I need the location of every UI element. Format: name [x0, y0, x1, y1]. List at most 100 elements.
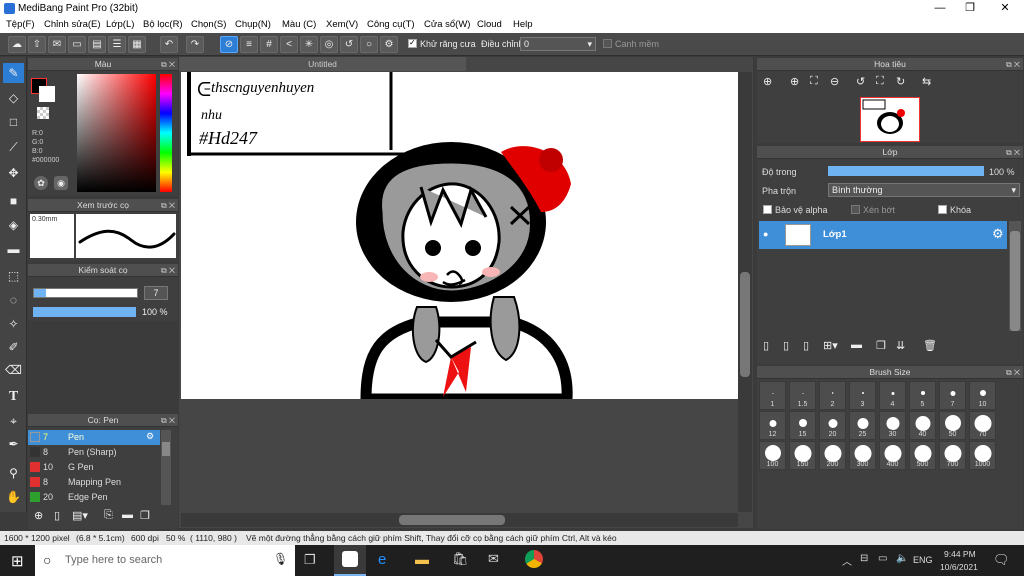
vertical-scrollbar[interactable]: [738, 72, 752, 512]
rect-tool-icon[interactable]: □: [3, 112, 24, 132]
cloud-icon[interactable]: ☁: [8, 36, 26, 53]
rotate-left-icon[interactable]: ↺: [856, 75, 865, 88]
select-eraser-icon[interactable]: ⌫: [3, 360, 24, 380]
color-set-icon[interactable]: ◉: [54, 176, 68, 190]
task-view-icon[interactable]: ❐: [304, 552, 316, 568]
file-explorer-icon[interactable]: ▬: [415, 551, 429, 567]
new-layer-icon[interactable]: ▯: [763, 339, 769, 352]
new-layer-type-icon[interactable]: ▯: [803, 339, 809, 352]
palette-icon[interactable]: ✿: [34, 176, 48, 190]
gradient-tool-icon[interactable]: ▬: [3, 239, 24, 259]
snap-settings-icon[interactable]: ⚙: [380, 36, 398, 53]
brush-size-cell[interactable]: 400: [879, 441, 906, 470]
gear-icon[interactable]: ⚙: [146, 431, 154, 442]
document-icon[interactable]: ▤: [88, 36, 106, 53]
lasso-tool-icon[interactable]: ◌: [3, 290, 24, 310]
eraser-tool-icon[interactable]: ◇: [3, 88, 24, 108]
brush-size-cell[interactable]: 25: [849, 411, 876, 440]
folder-icon[interactable]: ▬: [122, 509, 133, 521]
tray-chevron-icon[interactable]: ︿: [842, 553, 852, 568]
add-brush-icon[interactable]: ⊕: [34, 509, 43, 522]
flip-icon[interactable]: ⇆: [922, 75, 931, 88]
text-tool-icon[interactable]: T: [3, 387, 24, 407]
notification-icon[interactable]: 🗨: [993, 552, 1010, 568]
network-icon[interactable]: ⊟: [860, 553, 868, 564]
menu-view[interactable]: Xem(V): [326, 19, 358, 30]
brush-menu-icon[interactable]: ▤▾: [72, 509, 88, 522]
brush-opacity-slider[interactable]: [33, 307, 136, 317]
select-pen-icon[interactable]: ✐: [3, 337, 24, 357]
panel-controls-icon[interactable]: ⧉ ✕: [161, 264, 175, 277]
brush-size-cell[interactable]: 1.5: [789, 381, 816, 410]
mail-icon[interactable]: ✉: [488, 551, 499, 567]
menu-select[interactable]: Chọn(S): [191, 19, 226, 30]
panel-controls-icon[interactable]: ⧉ ✕: [1006, 58, 1020, 71]
message-icon[interactable]: ▭: [68, 36, 86, 53]
drawing-canvas[interactable]: ᕮ thscnguyenhuyen nhu #Hd247: [181, 72, 738, 399]
volume-icon[interactable]: 🔈: [896, 553, 908, 564]
menu-cloud[interactable]: Cloud: [477, 19, 502, 30]
rotate-right-icon[interactable]: ↻: [896, 75, 905, 88]
medibang-taskbar-icon[interactable]: [334, 545, 366, 576]
folder-icon[interactable]: ▬: [851, 339, 862, 351]
snap-radial-icon[interactable]: ✳: [300, 36, 318, 53]
list-item[interactable]: 8 Pen (Sharp): [28, 445, 160, 460]
search-box[interactable]: ○ Type here to search 🎙: [35, 545, 295, 576]
menu-capture[interactable]: Chụp(N): [235, 19, 271, 30]
brush-size-cell[interactable]: 2: [819, 381, 846, 410]
brush-size-cell[interactable]: 20: [819, 411, 846, 440]
lock-checkbox[interactable]: [938, 205, 947, 214]
menu-color[interactable]: Màu (C): [282, 19, 316, 30]
list-item[interactable]: 8 Mapping Pen: [28, 475, 160, 490]
close-icon[interactable]: ✕: [990, 0, 1020, 17]
brush-size-cell[interactable]: 3: [849, 381, 876, 410]
brush-list-scrollbar[interactable]: [161, 430, 171, 505]
move-tool-icon[interactable]: ✥: [3, 163, 24, 183]
upload-icon[interactable]: ⇧: [28, 36, 46, 53]
hue-slider[interactable]: [160, 74, 172, 192]
copy-brush-icon[interactable]: ⎘: [104, 509, 113, 522]
list-item[interactable]: 20 Edge Pen: [28, 490, 160, 505]
reset-icon[interactable]: ⛶: [876, 75, 884, 88]
battery-icon[interactable]: ▭: [878, 553, 887, 564]
brush-size-cell[interactable]: 700: [939, 441, 966, 470]
menu-tools[interactable]: Công cụ(T): [367, 19, 415, 30]
background-color-swatch[interactable]: [39, 86, 55, 102]
snap-curve-icon[interactable]: ↺: [340, 36, 358, 53]
panel-controls-icon[interactable]: ⧉ ✕: [161, 414, 175, 427]
store-icon[interactable]: 🛍: [452, 551, 469, 567]
zoom-in-icon[interactable]: ⊕: [790, 75, 799, 88]
operation-tool-icon[interactable]: ⌖: [3, 411, 24, 431]
brush-size-cell[interactable]: 70: [969, 411, 996, 440]
protect-alpha-checkbox[interactable]: [763, 205, 772, 214]
brush-size-cell[interactable]: 4: [879, 381, 906, 410]
fit-icon[interactable]: ⛶: [810, 75, 818, 88]
brush-size-cell[interactable]: 15: [789, 411, 816, 440]
snap-ellipse-icon[interactable]: ○: [360, 36, 378, 53]
brush-size-cell[interactable]: 300: [849, 441, 876, 470]
brush-size-cell[interactable]: 40: [909, 411, 936, 440]
duplicate-icon[interactable]: ❐: [876, 339, 886, 352]
brush-size-cell[interactable]: 10: [969, 381, 996, 410]
brush-size-cell[interactable]: 12: [759, 411, 786, 440]
visibility-icon[interactable]: ●: [763, 229, 768, 239]
line-tool-icon[interactable]: ⟋: [3, 137, 24, 157]
brush-size-slider[interactable]: [33, 288, 138, 298]
clock-date[interactable]: 10/6/2021: [940, 562, 978, 572]
divide-tool-icon[interactable]: ✒: [3, 434, 24, 454]
select-tool-icon[interactable]: ⬚: [3, 266, 24, 286]
windows-start-icon[interactable]: ⊞: [11, 552, 24, 570]
scroll-thumb[interactable]: [162, 442, 170, 456]
scroll-thumb[interactable]: [1010, 231, 1020, 331]
menu-file[interactable]: Tệp(F): [6, 19, 35, 30]
transparent-swatch[interactable]: [37, 107, 49, 119]
brush-size-cell[interactable]: 200: [819, 441, 846, 470]
layer-opacity-slider[interactable]: [828, 166, 984, 176]
brush-size-cell[interactable]: 150: [789, 441, 816, 470]
menu-window[interactable]: Cửa sổ(W): [424, 19, 470, 30]
panel-controls-icon[interactable]: ⧉ ✕: [161, 199, 175, 212]
menu-edit[interactable]: Chỉnh sửa(E): [44, 19, 101, 30]
trash-icon[interactable]: 🗑: [923, 339, 937, 352]
comment-icon[interactable]: ✉: [48, 36, 66, 53]
magic-wand-icon[interactable]: ✧: [3, 314, 24, 334]
